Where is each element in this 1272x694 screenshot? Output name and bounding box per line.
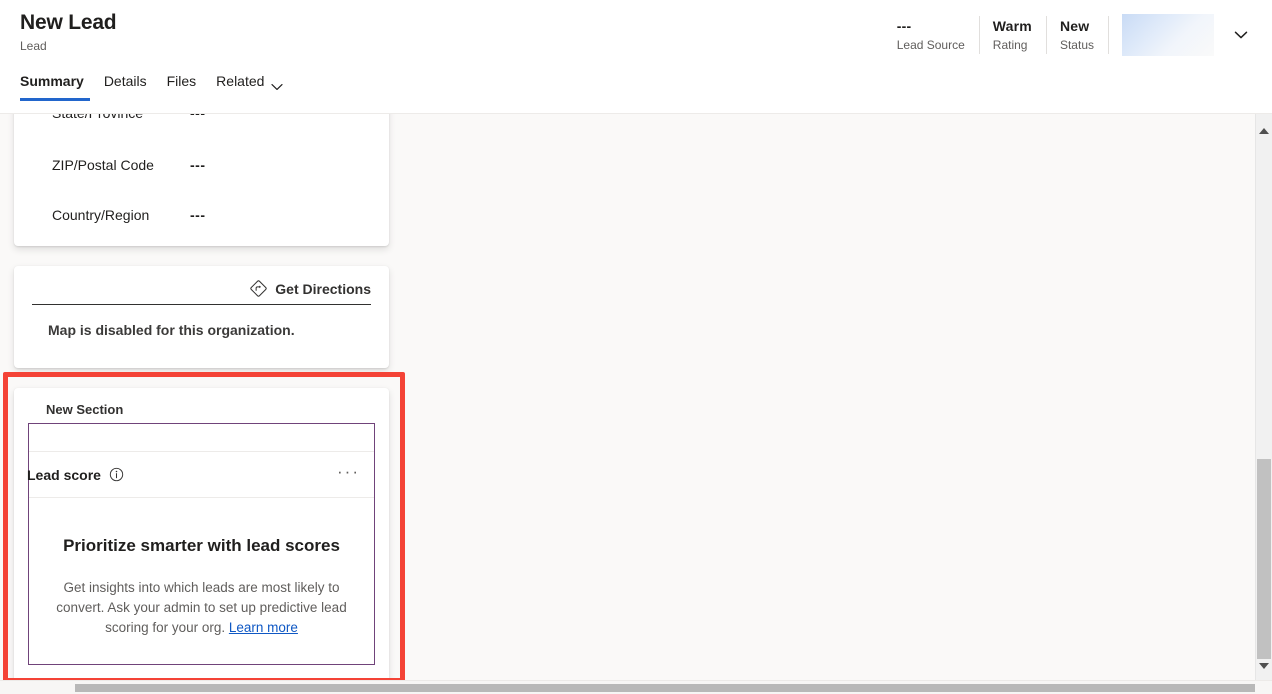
form-canvas: State/Province --- ZIP/Postal Code --- C… [0,114,1272,680]
field-label-state-province: State/Province [52,114,190,121]
lead-score-top-spacer [29,424,374,452]
info-circle-icon-glyph [109,467,124,482]
header-field-lead-source-value: --- [896,18,912,34]
scroll-up-arrow-icon [1259,127,1269,134]
map-toolbar: Get Directions [32,280,371,305]
lead-score-label: Lead score [27,466,101,483]
field-row-state-province[interactable]: State/Province --- [14,114,389,140]
lead-score-empty-heading: Prioritize smarter with lead scores [63,536,340,555]
vertical-scrollbar[interactable] [1255,114,1272,680]
field-value-state-province: --- [190,114,206,121]
lead-score-empty-state: Prioritize smarter with lead scores Get … [29,498,374,664]
tab-related[interactable]: Related [206,70,293,110]
field-label-country-region: Country/Region [52,207,150,223]
record-entity-type: Lead [20,39,47,53]
tab-related-label: Related [216,73,265,89]
tab-files-label: Files [166,73,197,89]
lead-score-widget: Lead score ··· Prioritize smarter with l… [27,423,375,665]
tab-related-chevron [271,78,284,94]
field-value-zip-postal-code: --- [190,157,206,173]
horizontal-scrollbar[interactable] [0,680,1272,694]
header-field-loading [1108,14,1224,56]
header-expand-button[interactable] [1224,14,1258,56]
info-circle-icon[interactable] [109,467,124,482]
tab-details[interactable]: Details [94,70,157,110]
field-value-country-region: --- [190,207,206,223]
lead-score-empty-description: Get insights into which leads are most l… [45,578,358,638]
map-disabled-note: Map is disabled for this organization. [48,322,295,338]
header-field-rating-value: Warm [992,18,1032,34]
directions-sign-icon [250,280,267,297]
lead-score-header: Lead score ··· [27,452,374,498]
horizontal-scrollbar-thumb[interactable] [75,684,1255,692]
header-field-rating-label: Rating [992,38,1028,52]
tab-strip: Summary Details Files Related [0,70,1272,113]
form-column-left: State/Province --- ZIP/Postal Code --- C… [14,114,389,680]
header-field-lead-source[interactable]: --- Lead Source [883,14,979,56]
new-section-card: New Section Lead score ··· Prioritize sm… [14,388,389,680]
tab-summary[interactable]: Summary [20,70,94,110]
learn-more-link[interactable]: Learn more [229,620,298,635]
header-field-status-value: New [1059,18,1090,34]
get-directions-button[interactable]: Get Directions [250,280,371,297]
header-field-lead-source-label: Lead Source [896,38,965,52]
chevron-down-icon [271,84,284,90]
vertical-scrollbar-thumb[interactable] [1257,459,1271,659]
header-field-rating[interactable]: Warm Rating [978,14,1046,56]
tab-files[interactable]: Files [157,70,207,110]
tab-summary-label: Summary [20,73,84,89]
record-title-block: New Lead Lead [0,0,117,54]
tab-details-label: Details [103,73,147,89]
header-quick-fields: --- Lead Source Warm Rating New Status [883,0,1272,70]
scroll-down-button[interactable] [1256,657,1272,674]
scroll-up-button[interactable] [1256,122,1272,139]
page-title: New Lead [20,11,117,34]
map-card: Get Directions Map is disabled for this … [14,266,389,368]
lead-score-empty-description-text: Get insights into which leads are most l… [56,580,347,635]
header-top-row: New Lead Lead --- Lead Source Warm Ratin… [0,0,1272,70]
scroll-down-arrow-icon [1259,662,1269,669]
loading-placeholder [1122,14,1214,56]
chevron-down-icon [1234,31,1248,39]
section-title: New Section [46,402,124,417]
field-row-country-region[interactable]: Country/Region --- [14,190,389,240]
lead-score-overflow-button[interactable]: ··· [337,463,360,483]
address-card: State/Province --- ZIP/Postal Code --- C… [14,114,389,246]
get-directions-label: Get Directions [275,280,371,297]
lead-score-title: Lead score [27,467,124,483]
header-field-status[interactable]: New Status [1045,14,1108,56]
field-row-zip-postal-code[interactable]: ZIP/Postal Code --- [14,140,389,190]
header-field-status-label: Status [1059,38,1094,52]
field-label-zip-postal-code: ZIP/Postal Code [52,157,154,173]
app-header: New Lead Lead --- Lead Source Warm Ratin… [0,0,1272,114]
